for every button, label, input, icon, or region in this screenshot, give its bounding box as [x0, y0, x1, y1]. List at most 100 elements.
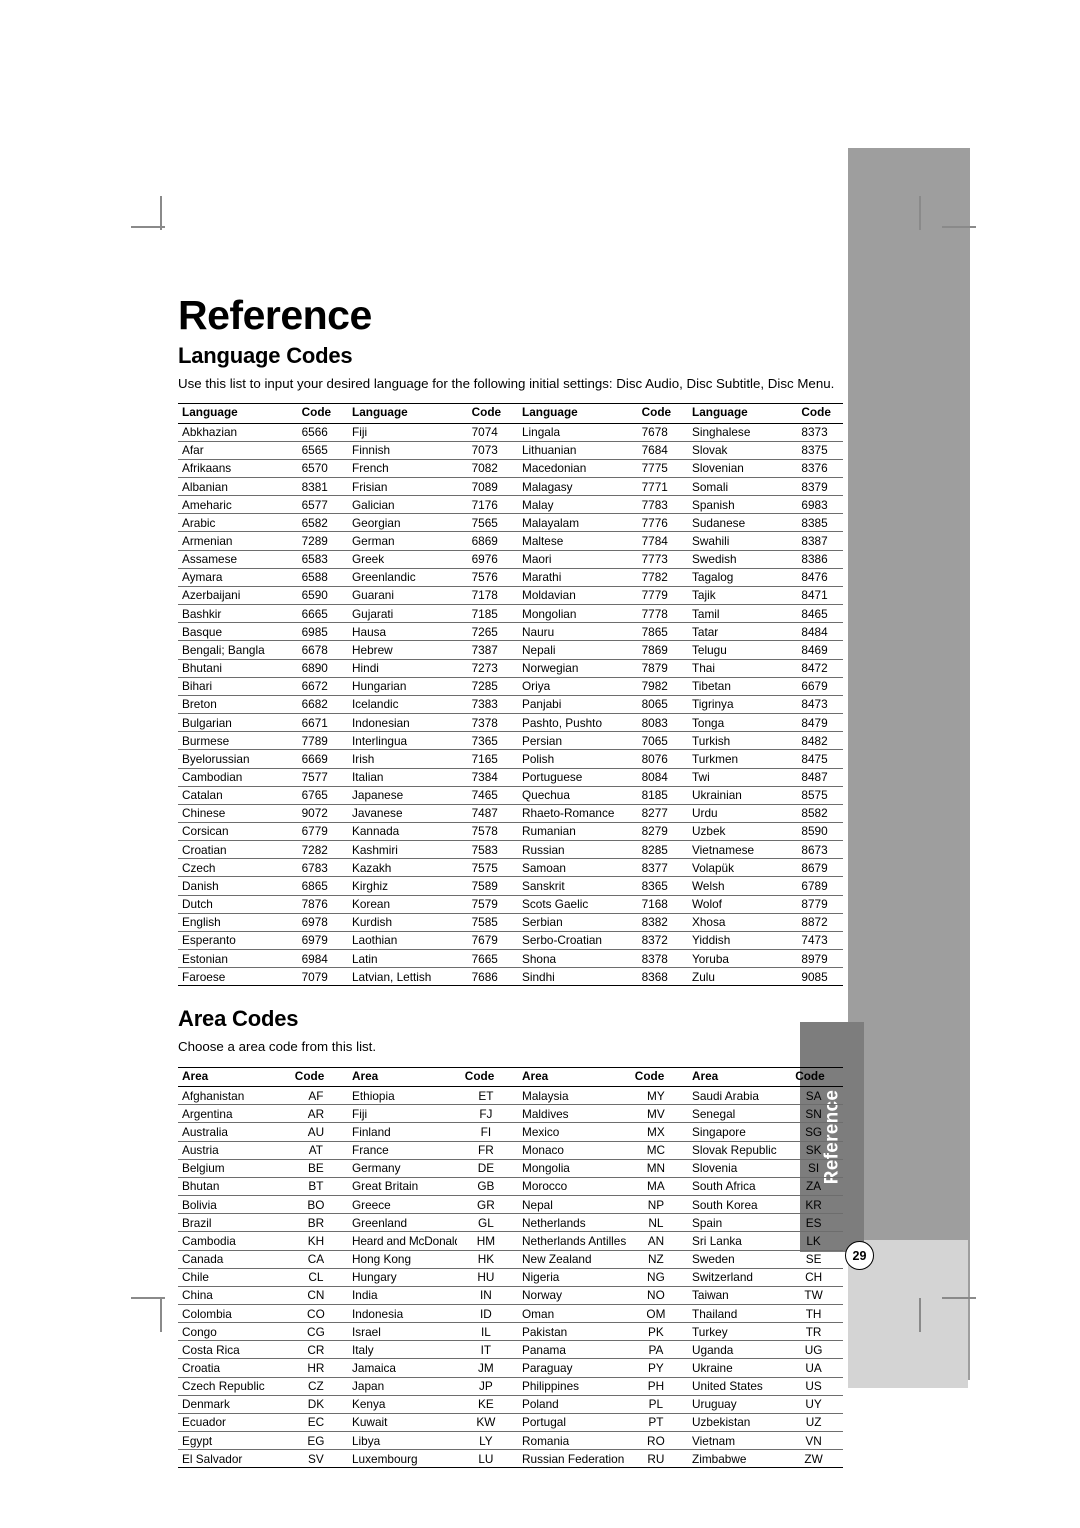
row-code: CG	[286, 1322, 348, 1342]
table-row: Malagasy 7771	[518, 477, 688, 497]
row-code: 7775	[633, 459, 688, 479]
row-name: South Korea	[688, 1195, 788, 1215]
row-code: 7869	[633, 640, 688, 660]
language-codes-table: Language Code Abkhazian 6566 Afar 6565 Afrikaa…	[178, 403, 843, 987]
table-row: Spanish 6983	[688, 495, 843, 515]
table-row: South Korea KR	[688, 1195, 843, 1215]
row-name: Denmark	[178, 1395, 287, 1414]
table-row: Macedonian 7775	[518, 459, 688, 479]
row-name: Senegal	[688, 1104, 788, 1124]
row-name: Vietnam	[688, 1431, 788, 1451]
row-name: Uganda	[688, 1340, 788, 1360]
row-code: FJ	[456, 1104, 518, 1124]
row-name: Italy	[348, 1340, 457, 1360]
row-name: Chile	[178, 1268, 287, 1287]
row-name: Mongolia	[518, 1159, 627, 1178]
row-code: PK	[626, 1322, 688, 1342]
row-name: Spanish	[688, 495, 794, 515]
codes-table: Area Code Afghanistan AF Argentina AR Australi…	[178, 1068, 348, 1467]
row-name: Estonian	[178, 949, 294, 969]
row-name: Tagalog	[688, 568, 794, 587]
row-code: SE	[787, 1250, 843, 1269]
row-code: DK	[286, 1395, 348, 1414]
row-code: 6582	[293, 513, 348, 533]
row-name: Bhutani	[178, 659, 294, 678]
row-code: 7783	[633, 495, 688, 515]
row-code: 7778	[633, 604, 688, 624]
row-name: Switzerland	[688, 1268, 788, 1287]
table-row: Serbo-Croatian 8372	[518, 931, 688, 951]
row-code: 6984	[293, 949, 348, 969]
row-code: 6590	[293, 586, 348, 606]
table-row: Kuwait KW	[348, 1413, 518, 1433]
row-code: CO	[286, 1304, 348, 1324]
row-code: 7773	[633, 550, 688, 569]
table-row: Estonian 6984	[178, 949, 348, 969]
table-row: Paraguay PY	[518, 1358, 688, 1378]
table-row: Greenlandic 7576	[348, 568, 518, 587]
row-name: Oman	[518, 1304, 627, 1324]
row-name: Samoan	[518, 858, 634, 878]
row-name: Pakistan	[518, 1322, 627, 1342]
table-row: Irish 7165	[348, 749, 518, 769]
row-code: 7579	[463, 895, 518, 914]
table-row: Maori 7773	[518, 550, 688, 569]
table-row: Sanskrit 8365	[518, 876, 688, 896]
row-name: Heard and McDonald Islands	[348, 1231, 457, 1251]
table-row: Hindi 7273	[348, 659, 518, 678]
row-name: Assamese	[178, 550, 294, 569]
row-name: Tatar	[688, 622, 794, 642]
row-name: Laothian	[348, 931, 464, 951]
row-name: United States	[688, 1377, 788, 1396]
table-header-row: Language Code	[518, 404, 688, 424]
row-name: Korean	[348, 895, 464, 914]
row-code: 7285	[463, 677, 518, 696]
row-code: TH	[787, 1304, 843, 1324]
table-row: China CN	[178, 1286, 348, 1306]
row-name: Finland	[348, 1122, 457, 1142]
row-code: PA	[626, 1340, 688, 1360]
row-name: China	[178, 1286, 287, 1306]
table-row: Saudi Arabia SA	[688, 1086, 843, 1106]
table-row: Oman OM	[518, 1304, 688, 1324]
row-name: Shona	[518, 949, 634, 969]
table-row: Ameharic 6577	[178, 495, 348, 515]
table-row: Croatia HR	[178, 1358, 348, 1378]
row-name: Bulgarian	[178, 713, 294, 733]
row-code: ID	[456, 1304, 518, 1324]
row-name: Gujarati	[348, 604, 464, 624]
table-row: Telugu 8469	[688, 640, 843, 660]
table-row: Korean 7579	[348, 895, 518, 914]
table-row: Tibetan 6679	[688, 677, 843, 696]
page-number: 29	[845, 1241, 874, 1270]
row-name: Hausa	[348, 622, 464, 642]
table-header-row: Area Code	[518, 1068, 688, 1088]
row-name: Maldives	[518, 1104, 627, 1124]
row-code: 8487	[793, 768, 843, 787]
row-name: Galician	[348, 495, 464, 515]
row-name: Cambodian	[178, 768, 294, 787]
table-row: Panama PA	[518, 1340, 688, 1360]
row-name: Congo	[178, 1322, 287, 1342]
table-row: Swahili 8387	[688, 531, 843, 551]
row-code: 7865	[633, 622, 688, 642]
table-row: Basque 6985	[178, 622, 348, 642]
table-row: Poland PL	[518, 1395, 688, 1414]
row-name: Serbian	[518, 913, 634, 932]
row-name: Poland	[518, 1395, 627, 1414]
row-name: Moldavian	[518, 586, 634, 606]
table-row: Netherlands Antilles AN	[518, 1231, 688, 1251]
row-code: 7073	[463, 441, 518, 460]
table-row: Turkish 8482	[688, 731, 843, 751]
row-code: 6890	[293, 659, 348, 678]
row-name: Spain	[688, 1213, 788, 1233]
row-name: German	[348, 531, 464, 551]
row-name: Uzbekistan	[688, 1413, 788, 1433]
row-code: 6789	[793, 876, 843, 896]
language-codes-description: Use this list to input your desired lang…	[178, 375, 835, 391]
row-code: 8368	[641, 969, 668, 984]
row-code: ZA	[787, 1177, 843, 1197]
row-name: Turkey	[688, 1322, 788, 1342]
row-name: Urdu	[688, 804, 794, 823]
row-name: Sweden	[688, 1250, 788, 1269]
